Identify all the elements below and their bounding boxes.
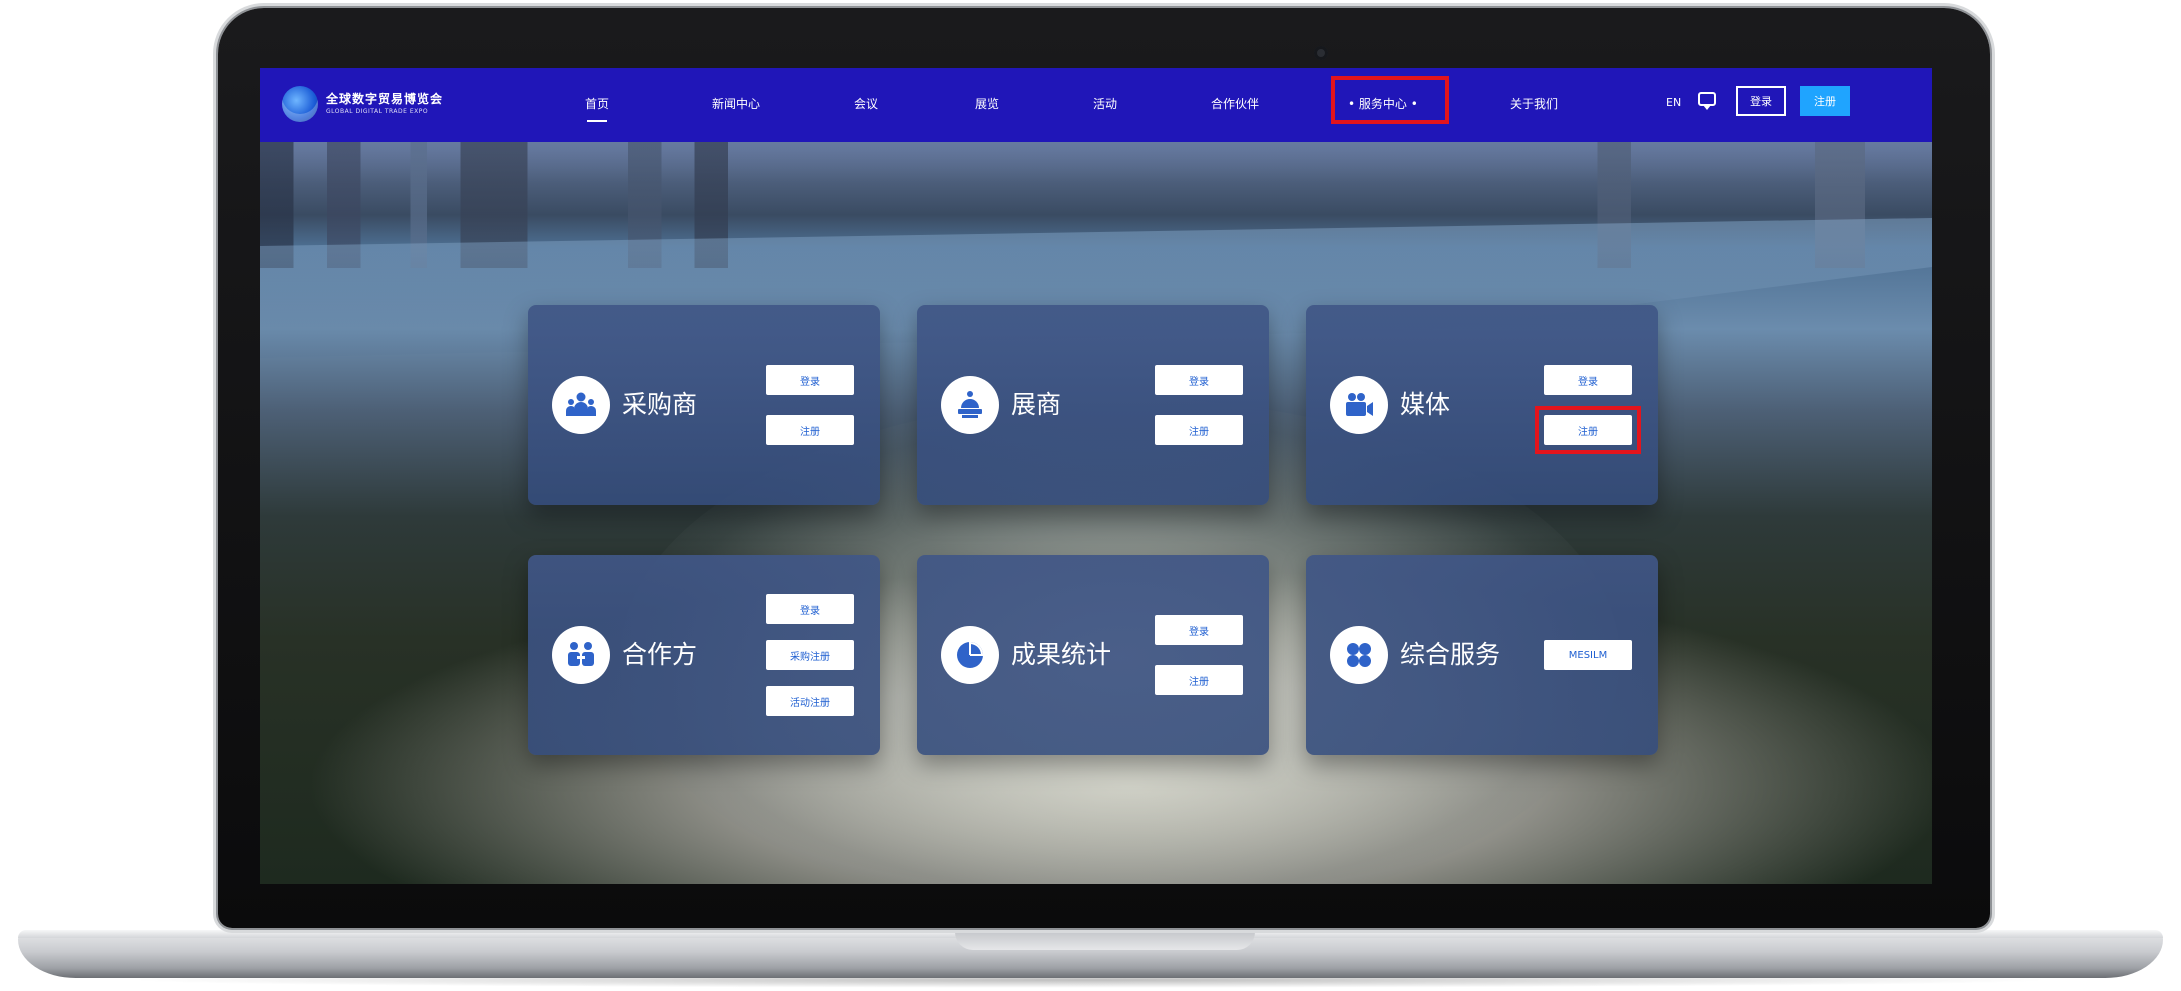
- exhibitor-login-button[interactable]: 登录: [1155, 365, 1243, 395]
- nav-events[interactable]: 活动: [1093, 95, 1117, 112]
- exhibitor-register-button[interactable]: 注册: [1155, 415, 1243, 445]
- logo-globe-icon: [282, 86, 318, 122]
- card-title: 媒体: [1400, 390, 1451, 419]
- card-results: 成果统计 登录 注册: [917, 555, 1269, 755]
- card-media: 媒体 登录 注册: [1306, 305, 1658, 505]
- register-button[interactable]: 注册: [1800, 86, 1850, 116]
- highlight-box-service-center: [1331, 76, 1449, 124]
- nav-about[interactable]: 关于我们: [1510, 95, 1558, 112]
- card-title: 采购商: [622, 390, 698, 419]
- laptop-notch: [955, 930, 1255, 950]
- four-leaf-icon: [1330, 626, 1388, 684]
- partner-login-button[interactable]: 登录: [766, 594, 854, 624]
- card-title: 综合服务: [1400, 640, 1501, 669]
- top-nav: 全球数字贸易博览会 GLOBAL DIGITAL TRADE EXPO 首页 新…: [260, 68, 1932, 142]
- card-partner: 合作方 登录 采购注册 活动注册: [528, 555, 880, 755]
- partner-event-register-button[interactable]: 活动注册: [766, 686, 854, 716]
- results-login-button[interactable]: 登录: [1155, 615, 1243, 645]
- site-logo[interactable]: 全球数字贸易博览会 GLOBAL DIGITAL TRADE EXPO: [282, 86, 443, 122]
- card-buyer: 采购商 登录 注册: [528, 305, 880, 505]
- buyer-login-button[interactable]: 登录: [766, 365, 854, 395]
- card-title: 成果统计: [1011, 640, 1112, 669]
- logo-subtitle: GLOBAL DIGITAL TRADE EXPO: [326, 108, 429, 115]
- nav-home[interactable]: 首页: [585, 95, 609, 122]
- screen: 全球数字贸易博览会 GLOBAL DIGITAL TRADE EXPO 首页 新…: [260, 68, 1932, 884]
- nav-exhibition[interactable]: 展览: [975, 95, 999, 112]
- language-switch[interactable]: EN: [1666, 96, 1681, 109]
- services-button[interactable]: MESILM: [1544, 640, 1632, 670]
- pie-chart-icon: [941, 626, 999, 684]
- card-title: 展商: [1011, 390, 1062, 419]
- people-group-icon: [552, 376, 610, 434]
- media-register-button[interactable]: 注册: [1535, 406, 1641, 454]
- card-services: 综合服务 MESILM: [1306, 555, 1658, 755]
- partner-purchase-register-button[interactable]: 采购注册: [766, 640, 854, 670]
- camera-icon: [1314, 46, 1328, 60]
- logo-title: 全球数字贸易博览会: [326, 92, 444, 106]
- login-button[interactable]: 登录: [1736, 86, 1786, 116]
- nav-news[interactable]: 新闻中心: [712, 95, 760, 112]
- chat-icon[interactable]: [1698, 92, 1716, 110]
- buyer-register-button[interactable]: 注册: [766, 415, 854, 445]
- handshake-people-icon: [552, 626, 610, 684]
- card-title: 合作方: [622, 640, 698, 669]
- video-camera-icon: [1330, 376, 1388, 434]
- nav-partners[interactable]: 合作伙伴: [1211, 95, 1259, 112]
- cake-booth-icon: [941, 376, 999, 434]
- nav-conference[interactable]: 会议: [854, 95, 878, 112]
- media-login-button[interactable]: 登录: [1544, 365, 1632, 395]
- card-exhibitor: 展商 登录 注册: [917, 305, 1269, 505]
- results-register-button[interactable]: 注册: [1155, 665, 1243, 695]
